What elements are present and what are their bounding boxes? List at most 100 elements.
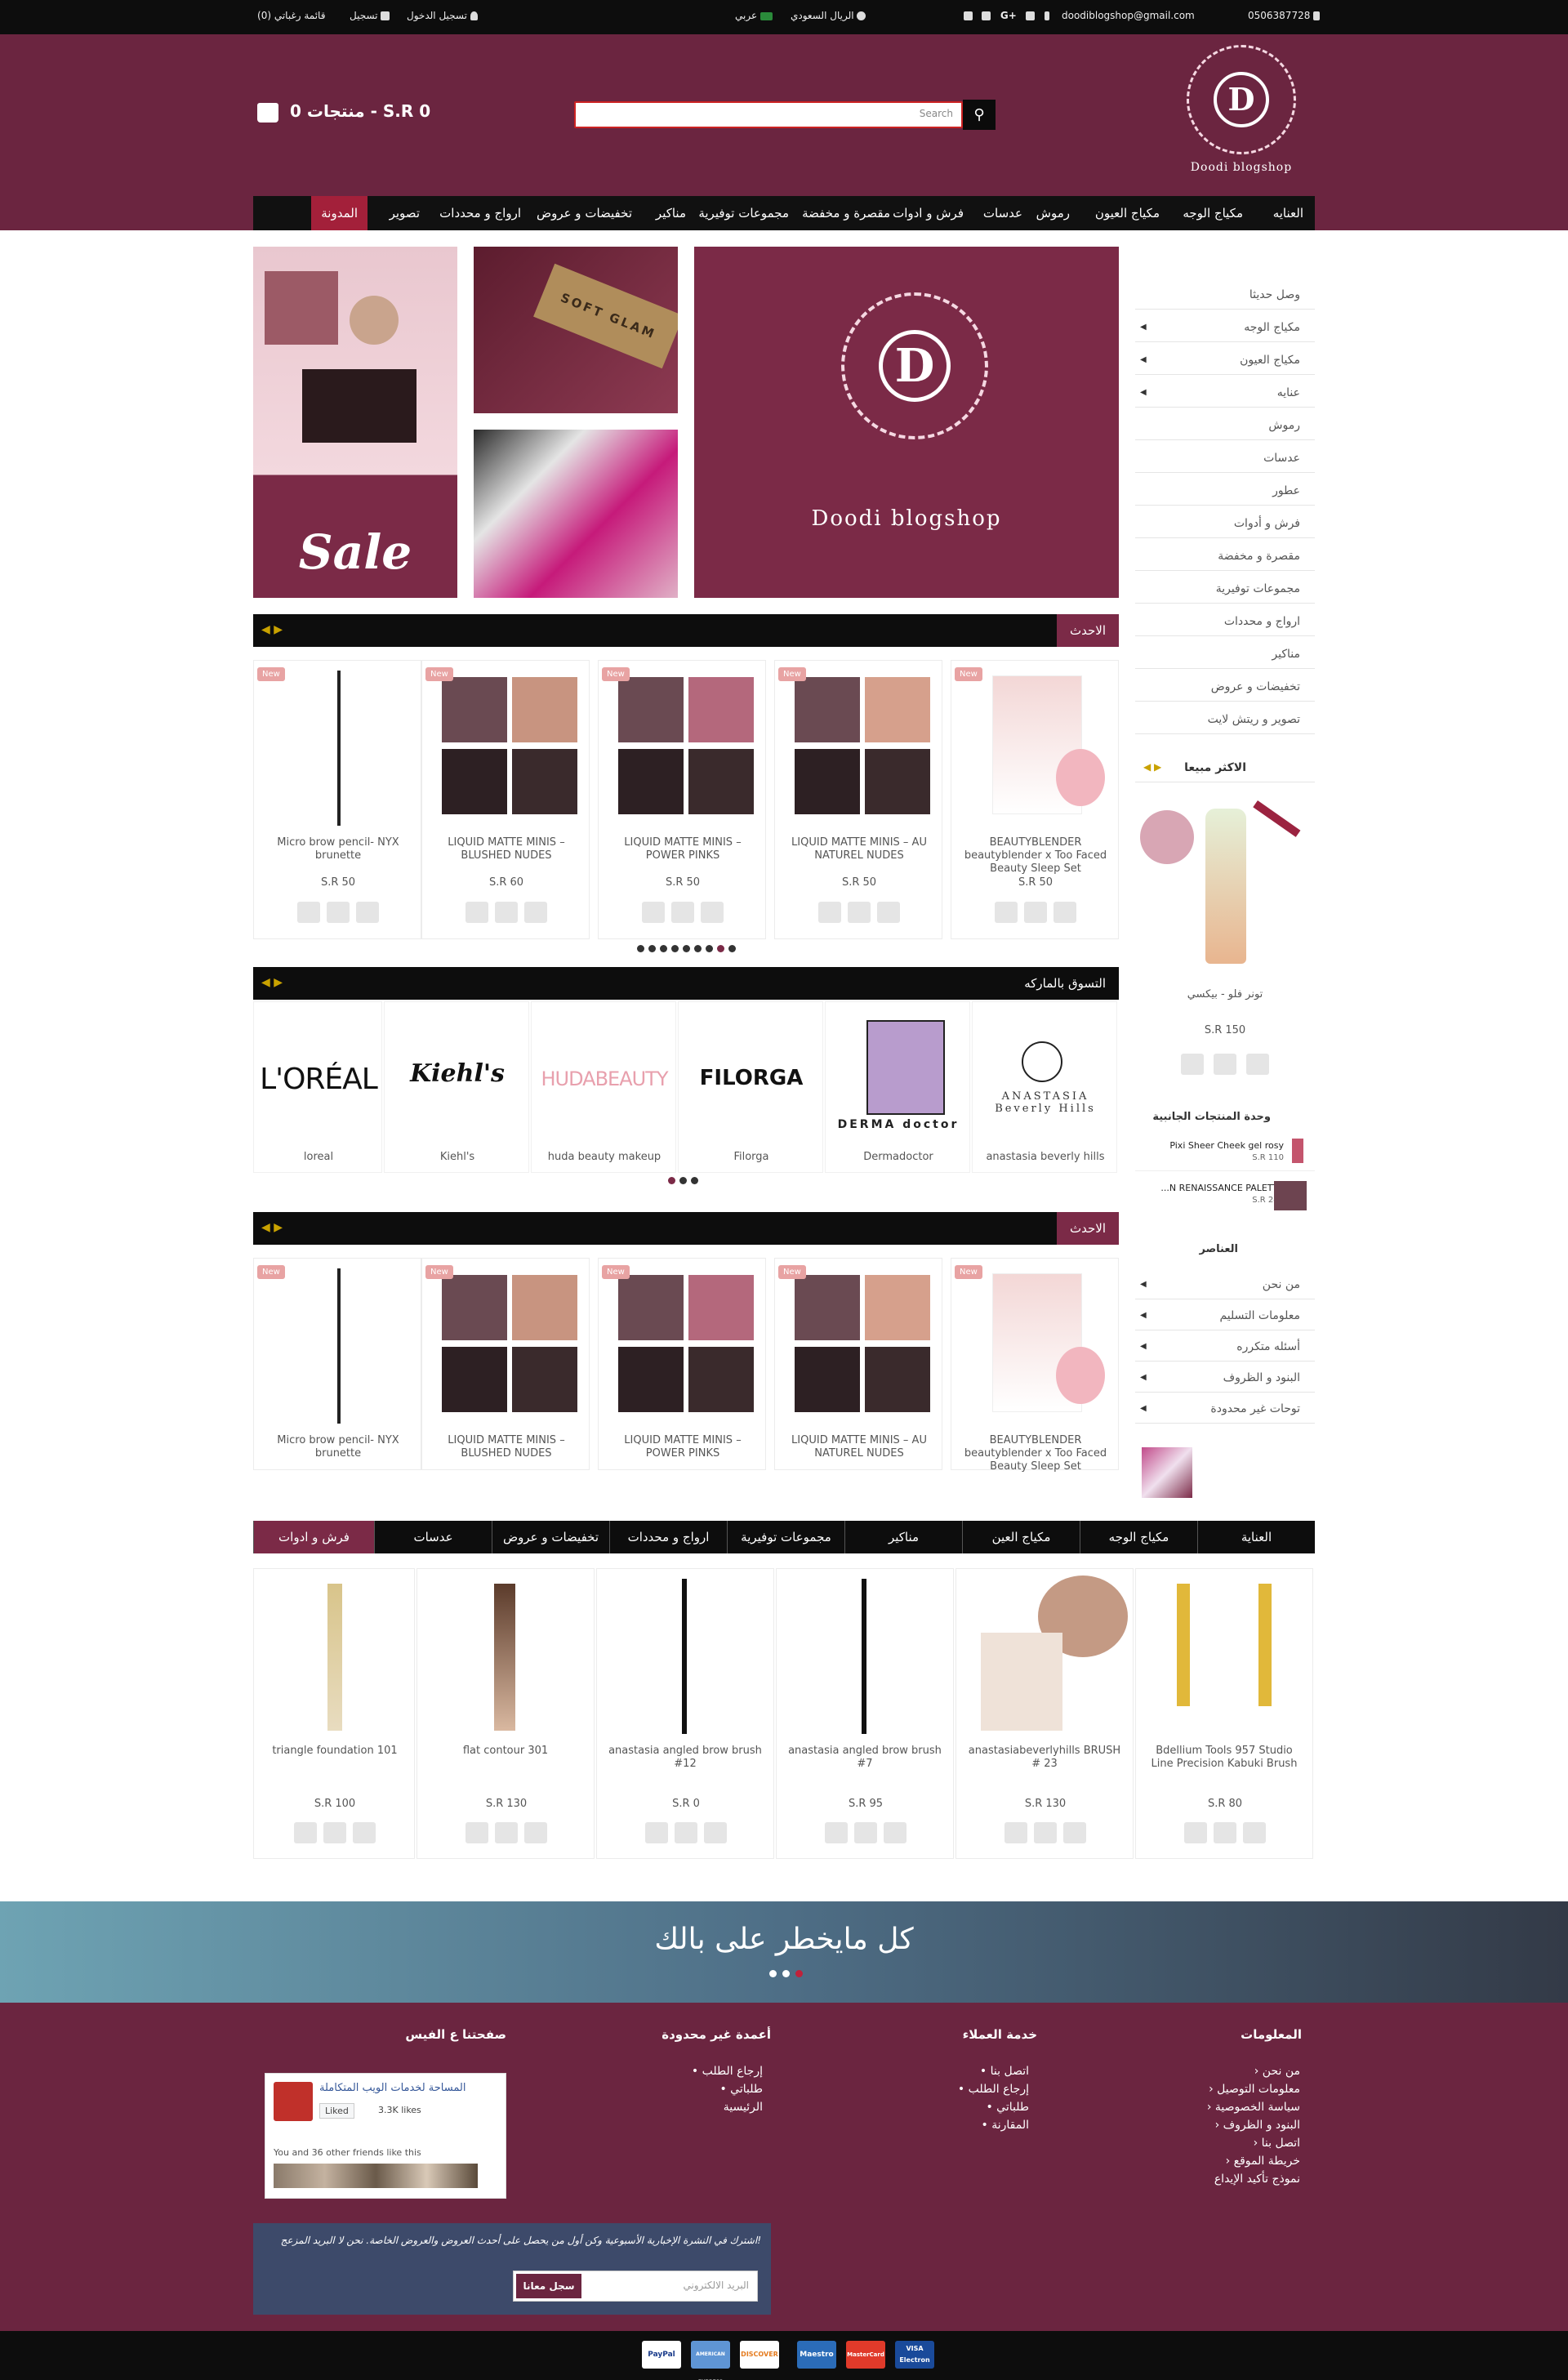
product-name[interactable]: LIQUID MATTE MINIS – AU NATUREL NUDES: [783, 1434, 935, 1460]
facebook-icon[interactable]: [1044, 11, 1049, 20]
footer-link[interactable]: • إرجاع الطلب: [958, 2083, 1029, 2096]
sidebar-category[interactable]: تخفيضات و عروض: [1135, 670, 1315, 702]
sidebar-category[interactable]: ◀ مكياج الوجه: [1135, 310, 1315, 342]
sidebar-category[interactable]: ◀ مكياج العيون: [1135, 343, 1315, 375]
heart-icon[interactable]: [1024, 902, 1047, 923]
tab[interactable]: عدسات: [374, 1521, 492, 1553]
product-name[interactable]: LIQUID MATTE MINIS – BLUSHED NUDES: [430, 836, 582, 862]
carousel-arrows-icon[interactable]: ◀ ▶: [1143, 761, 1161, 773]
cart-icon[interactable]: [884, 1822, 906, 1843]
compare-icon[interactable]: [297, 902, 320, 923]
sidebar-category[interactable]: وصل حديثا: [1135, 278, 1315, 310]
footer-link[interactable]: › خريطة الموقع: [1226, 2155, 1300, 2168]
compare-icon[interactable]: [466, 1822, 488, 1843]
twitter-icon[interactable]: [1026, 11, 1036, 20]
instagram-icon[interactable]: [982, 11, 991, 20]
cart-icon[interactable]: [704, 1822, 727, 1843]
pagination-dot-active[interactable]: [668, 1177, 675, 1184]
product-card[interactable]: New LIQUID MATTE MINIS – POWER PINKS S.R…: [598, 660, 766, 939]
product-name[interactable]: BEAUTYBLENDER beautyblender x Too Faced …: [960, 836, 1111, 876]
nav-item[interactable]: مكياج العيون: [1095, 196, 1160, 230]
search-input[interactable]: Search: [574, 101, 963, 128]
brand-card[interactable]: HUDABEAUTY huda beauty makeup: [531, 1001, 676, 1173]
wishlist-link[interactable]: قائمة رغباتي (0): [257, 10, 325, 21]
language-selector[interactable]: عربي: [735, 10, 773, 21]
brand-card[interactable]: FILORGA Filorga: [678, 1001, 823, 1173]
sidebar-category[interactable]: مناكير: [1135, 637, 1315, 669]
product-card[interactable]: New BEAUTYBLENDER beautyblender x Too Fa…: [951, 660, 1119, 939]
pagination-dot[interactable]: [728, 945, 736, 952]
cart-icon[interactable]: [1243, 1822, 1266, 1843]
side-product[interactable]: Pixi Sheer Cheek gel rosy S.R 110: [1135, 1139, 1315, 1171]
pagination-dot[interactable]: [660, 945, 667, 952]
product-card[interactable]: anastasiabeverlyhills BRUSH # 23 S.R 130: [956, 1568, 1134, 1859]
nav-item[interactable]: رموش: [1036, 196, 1070, 230]
pagination-dot[interactable]: [637, 945, 644, 952]
info-link[interactable]: ◀ معلومات التسليم: [1135, 1299, 1315, 1330]
product-card[interactable]: anastasia angled brow brush #7 S.R 95: [776, 1568, 954, 1859]
product-name[interactable]: LIQUID MATTE MINIS – POWER PINKS: [607, 836, 759, 862]
product-card[interactable]: anastasia angled brow brush #12 S.R 0: [596, 1568, 774, 1859]
nav-item[interactable]: عدسات: [983, 196, 1022, 230]
product-card[interactable]: New LIQUID MATTE MINIS – BLUSHED NUDES: [421, 1258, 590, 1470]
product-name[interactable]: anastasia angled brow brush #12: [605, 1745, 765, 1771]
footer-link[interactable]: الرئيسية: [716, 2101, 763, 2114]
cart-icon[interactable]: [1054, 902, 1076, 923]
nav-item[interactable]: مجموعات توفيرية: [698, 196, 789, 230]
brand-name[interactable]: loreal: [254, 1151, 383, 1163]
sidebar-category[interactable]: مجموعات توفيرية: [1135, 572, 1315, 604]
footer-link[interactable]: نموذج تأكيد الإيداع: [1214, 2173, 1300, 2186]
compare-icon[interactable]: [1184, 1822, 1207, 1843]
pagination-dot[interactable]: [694, 945, 702, 952]
product-name[interactable]: LIQUID MATTE MINIS – AU NATUREL NUDES: [783, 836, 935, 862]
brand-name[interactable]: Filorga: [679, 1151, 824, 1163]
nav-item[interactable]: مقصرة و مخفضة: [802, 196, 890, 230]
login-link[interactable]: تسجيل الدخول: [407, 10, 478, 21]
pagination-dot[interactable]: [679, 1177, 687, 1184]
site-logo[interactable]: D Doodi blogshop: [1184, 45, 1298, 174]
tab[interactable]: مجموعات توفيرية: [727, 1521, 844, 1553]
footer-link[interactable]: • طلباتي: [986, 2101, 1029, 2114]
cart-icon[interactable]: [877, 902, 900, 923]
heart-icon[interactable]: [848, 902, 871, 923]
compare-icon[interactable]: [294, 1822, 317, 1843]
product-name[interactable]: Bdellium Tools 957 Studio Line Precision…: [1144, 1745, 1304, 1771]
cart-icon[interactable]: [524, 902, 547, 923]
sale-banner[interactable]: Sale: [253, 247, 457, 598]
product-card[interactable]: New Micro brow pencil- NYX brunette: [253, 1258, 421, 1470]
footer-link[interactable]: › من نحن: [1254, 2065, 1300, 2078]
sidebar-category[interactable]: عدسات: [1135, 441, 1315, 473]
palette-banner[interactable]: [474, 430, 678, 598]
compare-icon[interactable]: [645, 1822, 668, 1843]
sidebar-category[interactable]: تصوير و ريتش لايت: [1135, 702, 1315, 734]
compare-icon[interactable]: [642, 902, 665, 923]
heart-icon[interactable]: [495, 1822, 518, 1843]
product-card[interactable]: New LIQUID MATTE MINIS – POWER PINKS: [598, 1258, 766, 1470]
compare-icon[interactable]: [995, 902, 1018, 923]
product-name[interactable]: Micro brow pencil- NYX brunette: [262, 1434, 414, 1460]
heart-icon[interactable]: [1034, 1822, 1057, 1843]
compare-icon[interactable]: [1180, 1054, 1204, 1075]
cart-icon[interactable]: [1063, 1822, 1086, 1843]
nav-item[interactable]: تصوير: [390, 196, 420, 230]
product-name[interactable]: BEAUTYBLENDER beautyblender x Too Faced …: [960, 1434, 1111, 1473]
product-name[interactable]: LIQUID MATTE MINIS – POWER PINKS: [607, 1434, 759, 1460]
info-link[interactable]: ◀ من نحن: [1135, 1268, 1315, 1299]
cart-icon[interactable]: [701, 902, 724, 923]
product-card[interactable]: Bdellium Tools 957 Studio Line Precision…: [1135, 1568, 1313, 1859]
email-address[interactable]: doodiblogshop@gmail.com: [1062, 10, 1195, 21]
slider-dot[interactable]: [782, 1970, 790, 1977]
slider-dot-active[interactable]: [795, 1970, 803, 1977]
info-link[interactable]: ◀ أسئله متكرره: [1135, 1330, 1315, 1362]
footer-link[interactable]: › سياسة الخصوصية: [1207, 2101, 1300, 2114]
brand-card[interactable]: ANASTASIA Beverly Hills anastasia beverl…: [972, 1001, 1117, 1173]
heart-icon[interactable]: [675, 1822, 697, 1843]
side-product[interactable]: ...N RENAISSANCE PALETTE S.R 240: [1135, 1178, 1315, 1210]
cart-icon[interactable]: [356, 902, 379, 923]
pagination-dot[interactable]: [671, 945, 679, 952]
carousel-arrows-icon[interactable]: ◀ ▶: [261, 1221, 283, 1234]
product-card[interactable]: New BEAUTYBLENDER beautyblender x Too Fa…: [951, 1258, 1119, 1473]
footer-link[interactable]: › البنود و الظروف: [1215, 2119, 1300, 2132]
tab[interactable]: تخفيضات و عروض: [492, 1521, 609, 1553]
sidebar-category[interactable]: ارواج و محددات: [1135, 604, 1315, 636]
